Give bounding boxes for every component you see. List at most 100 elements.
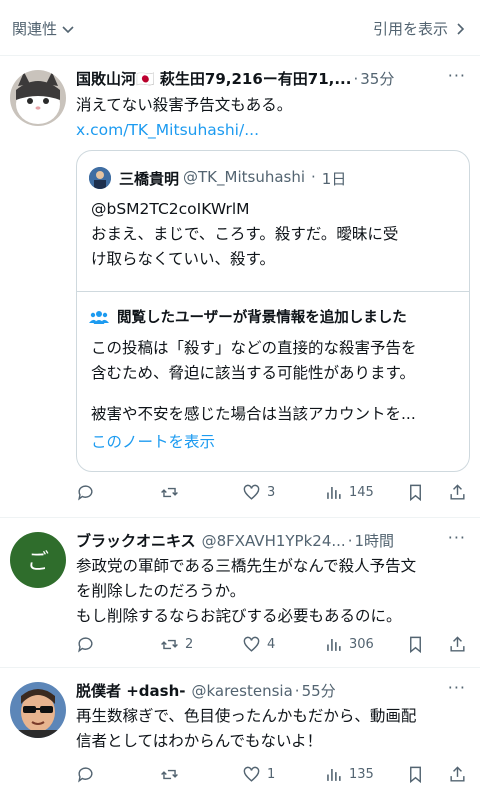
tweet-link[interactable]: x.com/TK_Mitsuhashi/... bbox=[76, 118, 466, 143]
note-text-line: 被害や不安を感じた場合は当該アカウントを... bbox=[91, 405, 416, 423]
share-button[interactable] bbox=[448, 483, 467, 502]
timestamp[interactable]: 35分 bbox=[360, 68, 394, 89]
like-button[interactable]: 1 bbox=[242, 765, 275, 784]
user-handle[interactable]: @karestensia bbox=[191, 682, 292, 700]
sort-dropdown[interactable]: 関連性 bbox=[12, 18, 75, 39]
community-note: 閲覧したユーザーが背景情報を追加しました この投稿は「殺す」などの直接的な殺害予… bbox=[77, 291, 469, 471]
heart-icon bbox=[243, 636, 260, 652]
share-button[interactable] bbox=[448, 635, 467, 654]
views-button[interactable]: 145 bbox=[324, 483, 374, 502]
avatar[interactable]: ご bbox=[10, 532, 66, 588]
tweet-text: 再生数稼ぎで、色目使ったんかもだから、動画配 信者としてはわからんでもないよ！ bbox=[76, 704, 466, 754]
view-quotes-link[interactable]: 引用を表示 bbox=[373, 18, 466, 39]
bookmark-button[interactable] bbox=[406, 483, 425, 502]
like-button[interactable]: 3 bbox=[242, 483, 275, 502]
reply-button[interactable] bbox=[76, 483, 101, 502]
bookmark-icon bbox=[410, 636, 421, 653]
more-options-icon[interactable]: ··· bbox=[448, 528, 466, 547]
user-handle[interactable]: @8FXAVH1YPk24... bbox=[202, 532, 346, 550]
note-text-line: この投稿は「殺す」などの直接的な殺害予告を bbox=[91, 339, 417, 357]
display-name[interactable]: 国敗山河🇯🇵 萩生田79,216ー有田71,... bbox=[76, 68, 351, 89]
avatar-initial: ご bbox=[26, 550, 49, 575]
quoted-display-name: 三橋貴明 bbox=[119, 170, 180, 188]
tweet-actions: 1 135 bbox=[76, 762, 468, 786]
separator-dot: · bbox=[353, 69, 359, 88]
display-name[interactable]: 脱僕者 +dash- bbox=[76, 680, 185, 701]
tweet-text-line: を削除したのだろうか。 bbox=[76, 582, 246, 600]
like-button[interactable]: 4 bbox=[242, 635, 275, 654]
views-button[interactable]: 306 bbox=[324, 635, 374, 654]
tweet-actions: 2 4 306 bbox=[76, 632, 468, 656]
tweet-text-line: 信者としてはわからんでもないよ！ bbox=[76, 732, 323, 750]
replies-header-bar: 関連性 引用を表示 bbox=[0, 0, 480, 56]
sort-label: 関連性 bbox=[12, 20, 58, 38]
timestamp[interactable]: 55分 bbox=[302, 680, 336, 701]
chevron-right-icon bbox=[457, 22, 465, 35]
timestamp[interactable]: 1時間 bbox=[354, 530, 394, 551]
bookmark-button[interactable] bbox=[406, 765, 425, 784]
people-icon bbox=[89, 310, 109, 324]
community-note-text: この投稿は「殺す」などの直接的な殺害予告を 含むため、脅迫に該当する可能性があり… bbox=[91, 336, 455, 386]
tweet-text-line: 消えてない殺害予告文もある。 bbox=[76, 96, 293, 114]
analytics-icon bbox=[327, 486, 341, 499]
view-count: 135 bbox=[349, 766, 374, 782]
views-button[interactable]: 135 bbox=[324, 765, 374, 784]
reply-tweet[interactable]: ご ブラックオニキス @8FXAVH1YPk24... · 1時間 ··· 参政… bbox=[0, 518, 480, 668]
quoted-timestamp: 1日 bbox=[321, 170, 347, 188]
reply-icon bbox=[78, 636, 93, 653]
display-name[interactable]: ブラックオニキス bbox=[76, 530, 196, 551]
separator-dot: · bbox=[294, 681, 300, 700]
quoted-header: 三橋貴明 @TK_Mitsuhashi · 1日 bbox=[119, 168, 346, 189]
like-count: 3 bbox=[267, 484, 276, 500]
bookmark-icon bbox=[410, 484, 421, 501]
heart-icon bbox=[243, 766, 260, 782]
tweet-text: 消えてない殺害予告文もある。 x.com/TK_Mitsuhashi/... bbox=[76, 93, 466, 143]
repost-button[interactable] bbox=[160, 483, 185, 502]
share-icon bbox=[450, 635, 465, 652]
tweet-actions: 3 145 bbox=[76, 480, 468, 504]
avatar[interactable] bbox=[10, 70, 66, 126]
view-quotes-label: 引用を表示 bbox=[372, 20, 448, 38]
repost-count: 2 bbox=[185, 636, 194, 652]
reply-tweet[interactable]: 脱僕者 +dash- @karestensia · 55分 ··· 再生数稼ぎで… bbox=[0, 668, 480, 796]
share-button[interactable] bbox=[448, 765, 467, 784]
community-note-title-text: 閲覧したユーザーが背景情報を追加しました bbox=[117, 310, 407, 326]
more-options-icon[interactable]: ··· bbox=[448, 678, 466, 697]
reply-icon bbox=[78, 766, 93, 783]
tweet-text: 参政党の軍師である三橋先生がなんで殺人予告文 を削除したのだろうか。 もし削除す… bbox=[76, 554, 466, 629]
tweet-text-line: 再生数稼ぎで、色目使ったんかもだから、動画配 bbox=[76, 707, 417, 725]
quoted-text: @bSM2TC2coIKWrlM おまえ、まじで、ころす。殺すだ。曖昧に受 け取… bbox=[91, 197, 455, 272]
separator-dot: · bbox=[347, 531, 353, 550]
reply-icon bbox=[78, 484, 93, 501]
tweet-text-line: もし削除するならお詫びする必要もあるのに。 bbox=[76, 607, 402, 625]
tweet-header: ブラックオニキス @8FXAVH1YPk24... · 1時間 bbox=[76, 530, 420, 551]
reply-tweet[interactable]: 国敗山河🇯🇵 萩生田79,216ー有田71,... · 35分 ··· 消えてな… bbox=[0, 56, 480, 518]
more-options-icon[interactable]: ··· bbox=[448, 66, 466, 85]
note-text-line: 含むため、脅迫に該当する可能性があります。 bbox=[91, 364, 415, 382]
tweet-text-line: 参政党の軍師である三橋先生がなんで殺人予告文 bbox=[76, 557, 417, 575]
like-count: 1 bbox=[267, 766, 276, 782]
analytics-icon bbox=[327, 768, 341, 781]
tweet-header: 脱僕者 +dash- @karestensia · 55分 bbox=[76, 680, 420, 701]
avatar[interactable] bbox=[10, 682, 66, 738]
repost-button[interactable] bbox=[160, 765, 185, 784]
separator-dot: · bbox=[311, 168, 316, 186]
reply-button[interactable] bbox=[76, 765, 101, 784]
share-icon bbox=[450, 765, 465, 782]
quoted-handle: @TK_Mitsuhashi bbox=[183, 168, 306, 186]
quoted-avatar bbox=[89, 167, 111, 189]
repost-button[interactable]: 2 bbox=[160, 635, 193, 654]
bookmark-button[interactable] bbox=[406, 635, 425, 654]
repost-icon bbox=[161, 487, 178, 497]
view-count: 145 bbox=[349, 484, 374, 500]
heart-icon bbox=[243, 484, 260, 500]
analytics-icon bbox=[327, 638, 341, 651]
view-count: 306 bbox=[349, 636, 374, 652]
quoted-tweet-card[interactable]: 三橋貴明 @TK_Mitsuhashi · 1日 @bSM2TC2coIKWrl… bbox=[76, 150, 470, 472]
view-note-link[interactable]: このノートを表示 bbox=[91, 430, 215, 452]
quoted-text-line: け取らなくていい、殺す。 bbox=[91, 250, 275, 268]
tweet-header: 国敗山河🇯🇵 萩生田79,216ー有田71,... · 35分 bbox=[76, 68, 420, 89]
repost-icon bbox=[161, 769, 178, 779]
quoted-text-line: @bSM2TC2coIKWrlM bbox=[91, 200, 250, 218]
reply-button[interactable] bbox=[76, 635, 101, 654]
